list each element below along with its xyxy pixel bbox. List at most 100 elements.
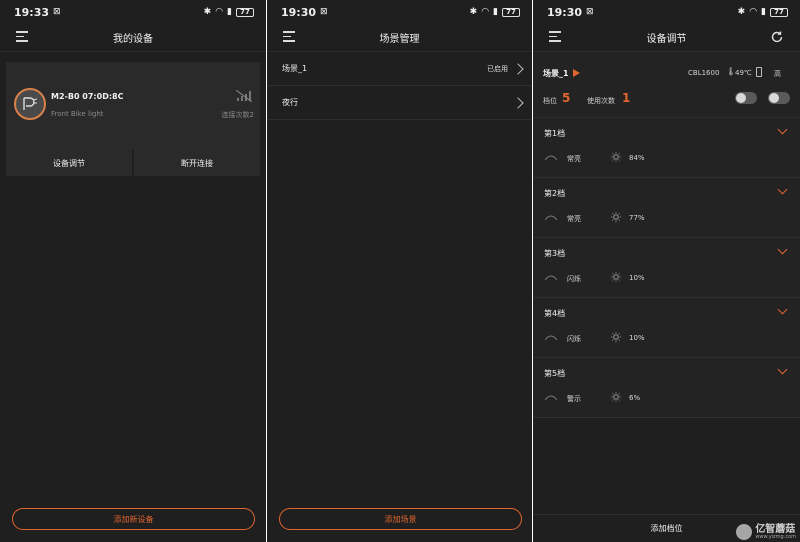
temperature: 49℃ <box>735 69 752 77</box>
phone-screen-scene-management: 19:30 ⊠ ✱ ◠ ▮ 77 场景管理 场景_1 已启用 夜行 添加场景 <box>267 0 532 542</box>
title-bar: 场景管理 <box>267 24 532 52</box>
status-time: 19:30 <box>547 5 583 19</box>
title-bar: 我的设备 <box>0 24 266 52</box>
brightness-icon <box>611 212 621 222</box>
nfc-icon: ⊠ <box>320 6 328 17</box>
phone-screen-my-devices: 19:33 ⊠ ✱ ◠ ▮ 77 我的设备 M2-B0 07:0D:8C Fro… <box>0 0 266 542</box>
chevron-right-icon <box>512 96 524 109</box>
gear-mode: 闪烁 <box>567 275 581 283</box>
gear-name: 第3档 <box>544 249 566 258</box>
device-avatar <box>14 88 46 120</box>
battery-icon <box>756 67 762 77</box>
add-device-button[interactable]: 添加新设备 <box>12 508 255 530</box>
battery-indicator: 77 <box>502 7 520 17</box>
use-count-value: 1 <box>622 91 631 105</box>
light-mode-icon <box>545 335 557 340</box>
bluetooth-icon: ✱ <box>203 6 212 17</box>
add-scene-button[interactable]: 添加场景 <box>279 508 522 530</box>
gear-list: 第1档 常亮 84% 第2档 常亮 77% 第3档 闪烁 10% 第4档 闪烁 … <box>533 118 800 418</box>
wifi-icon: ◠ <box>481 6 490 17</box>
device-name: M2-B0 07:0D:8C <box>51 92 124 101</box>
phone-screen-device-adjust: 19:30 ⊠ ✱ ◠ ▮ 77 设备调节 场景_1 CBL1600 🌡︎ 49… <box>533 0 800 542</box>
scene-status: 已启用 <box>487 64 508 73</box>
signal-strength-icon <box>236 90 252 102</box>
gear-item[interactable]: 第1档 常亮 84% <box>533 118 800 178</box>
device-subtitle: Front Bike light <box>51 110 104 118</box>
status-bar: 19:33 ⊠ ✱ ◠ ▮ 77 <box>0 0 266 24</box>
menu-icon[interactable] <box>283 31 297 45</box>
signal-icon: ▮ <box>227 6 232 17</box>
mode-toggle-2[interactable] <box>768 92 790 104</box>
refresh-icon[interactable] <box>770 30 784 44</box>
scene-name: 夜行 <box>282 98 298 107</box>
chevron-right-icon <box>512 62 524 75</box>
gear-brightness: 84% <box>629 154 645 162</box>
chevron-down-icon[interactable] <box>777 244 788 255</box>
chevron-down-icon[interactable] <box>777 364 788 375</box>
status-time: 19:33 <box>14 5 50 19</box>
watermark-logo-icon <box>736 524 753 540</box>
adjust-device-button[interactable]: 设备调节 <box>6 150 132 176</box>
chevron-down-icon[interactable] <box>777 304 788 315</box>
brightness-icon <box>611 272 621 282</box>
wifi-icon: ◠ <box>749 6 758 17</box>
device-card[interactable]: M2-B0 07:0D:8C Front Bike light 连接次数2 设备… <box>6 62 260 176</box>
nfc-icon: ⊠ <box>53 6 61 17</box>
scene-header: 场景_1 CBL1600 🌡︎ 49℃ 高 档位 5 使用次数 1 <box>533 52 800 118</box>
scene-title: 场景_1 <box>543 69 569 78</box>
gear-brightness: 10% <box>629 334 645 342</box>
brightness-icon <box>611 332 621 342</box>
gear-brightness: 6% <box>629 394 641 402</box>
scene-name: 场景_1 <box>282 64 308 73</box>
gear-name: 第2档 <box>544 189 566 198</box>
battery-level: 高 <box>774 70 781 78</box>
light-mode-icon <box>545 275 557 280</box>
gear-count-label: 档位 <box>543 97 557 105</box>
menu-icon[interactable] <box>549 31 563 45</box>
title-bar: 设备调节 <box>533 24 800 52</box>
chevron-down-icon[interactable] <box>777 184 788 195</box>
status-time: 19:30 <box>281 5 317 19</box>
gear-count-value: 5 <box>562 91 571 105</box>
brightness-icon <box>611 392 621 402</box>
signal-icon: ▮ <box>493 6 498 17</box>
signal-icon: ▮ <box>761 6 766 17</box>
gear-mode: 常亮 <box>567 215 581 223</box>
gear-mode: 警示 <box>567 395 581 403</box>
mode-toggle-1[interactable] <box>735 92 757 104</box>
gear-name: 第5档 <box>544 369 566 378</box>
watermark-text: 亿智蘑菇 <box>755 523 796 535</box>
gear-name: 第4档 <box>544 309 566 318</box>
nfc-icon: ⊠ <box>586 6 594 17</box>
light-mode-icon <box>545 155 557 160</box>
disconnect-button[interactable]: 断开连接 <box>134 150 260 176</box>
gear-mode: 常亮 <box>567 155 581 163</box>
page-title: 我的设备 <box>113 34 153 45</box>
status-bar: 19:30 ⊠ ✱ ◠ ▮ 77 <box>267 0 532 24</box>
lamp-model: CBL1600 <box>688 69 720 77</box>
chevron-down-icon[interactable] <box>777 124 788 135</box>
scene-row-1[interactable]: 场景_1 已启用 <box>267 52 532 86</box>
bluetooth-icon: ✱ <box>469 6 478 17</box>
menu-icon[interactable] <box>16 31 30 45</box>
page-title: 场景管理 <box>379 34 420 45</box>
bike-light-icon <box>23 97 38 110</box>
gear-item[interactable]: 第4档 闪烁 10% <box>533 298 800 358</box>
play-icon[interactable] <box>573 69 580 77</box>
scene-row-2[interactable]: 夜行 <box>267 86 532 120</box>
gear-name: 第1档 <box>544 129 566 138</box>
gear-item[interactable]: 第5档 警示 6% <box>533 358 800 418</box>
use-count-label: 使用次数 <box>587 97 615 105</box>
gear-item[interactable]: 第3档 闪烁 10% <box>533 238 800 298</box>
watermark-url: www.yizmg.com <box>755 533 796 540</box>
bluetooth-icon: ✱ <box>737 6 746 17</box>
connect-count: 连接次数2 <box>221 111 254 119</box>
watermark: 亿智蘑菇 www.yizmg.com <box>736 524 796 540</box>
device-actions: 设备调节 断开连接 <box>6 150 260 176</box>
brightness-icon <box>611 152 621 162</box>
gear-item[interactable]: 第2档 常亮 77% <box>533 178 800 238</box>
light-mode-icon <box>545 215 557 220</box>
wifi-icon: ◠ <box>215 6 224 17</box>
gear-mode: 闪烁 <box>567 335 581 343</box>
battery-indicator: 77 <box>770 7 788 17</box>
